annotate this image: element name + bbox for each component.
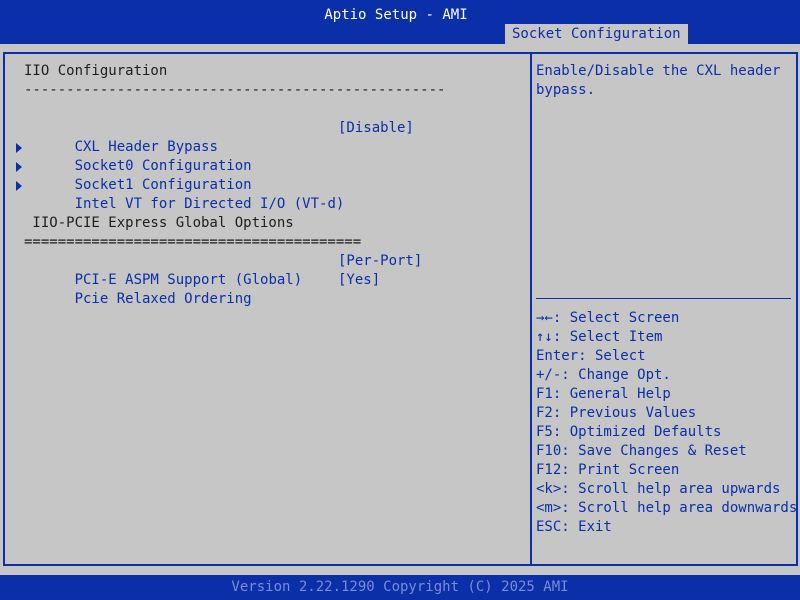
submenu-socket0-configuration[interactable]: Socket0 Configuration bbox=[24, 138, 252, 174]
key-hint-save-reset: F10: Save Changes & Reset bbox=[536, 443, 747, 459]
key-legend: →←: Select Screen ↑↓: Select Item Enter:… bbox=[536, 309, 798, 537]
menu-item-pcie-aspm-support[interactable]: PCI-E ASPM Support (Global) [Per-Port] bbox=[24, 252, 514, 288]
frame-top-border bbox=[3, 52, 798, 54]
cxl-header-bypass-value[interactable]: [Disable] bbox=[338, 119, 414, 138]
frame-bottom-border bbox=[3, 564, 798, 566]
section-subheading: IIO-PCIE Express Global Options bbox=[24, 215, 294, 231]
header-bar: Aptio Setup - AMI Socket Configuration bbox=[0, 0, 800, 44]
settings-pane: IIO Configuration ----------------------… bbox=[8, 62, 528, 562]
key-hint-scroll-up: <k>: Scroll help area upwards bbox=[536, 481, 781, 497]
intel-vt-d-label: Intel VT for Directed I/O (VT-d) bbox=[74, 196, 345, 212]
key-hint-select-screen: →←: Select Screen bbox=[536, 310, 680, 326]
frame-right-border bbox=[796, 52, 798, 566]
bios-setup-screen: Aptio Setup - AMI Socket Configuration I… bbox=[0, 0, 800, 600]
page-heading: IIO Configuration bbox=[24, 63, 168, 79]
help-divider bbox=[536, 298, 791, 299]
key-hint-enter: Enter: Select bbox=[536, 348, 646, 364]
help-description: Enable/Disable the CXL header bypass. bbox=[536, 63, 781, 98]
tab-socket-configuration[interactable]: Socket Configuration bbox=[505, 24, 688, 44]
submenu-arrow-icon bbox=[16, 162, 22, 172]
footer-bar: Version 2.22.1290 Copyright (C) 2025 AMI bbox=[0, 575, 800, 600]
menu-item-pcie-relaxed-ordering[interactable]: Pcie Relaxed Ordering [Yes] bbox=[24, 271, 514, 307]
submenu-arrow-icon bbox=[16, 181, 22, 191]
key-hint-previous-values: F2: Previous Values bbox=[536, 405, 697, 421]
key-hint-exit: ESC: Exit bbox=[536, 519, 612, 535]
heading-separator: ----------------------------------------… bbox=[24, 82, 446, 98]
section-separator: ======================================== bbox=[24, 234, 362, 250]
key-hint-scroll-down: <m>: Scroll help area downwards bbox=[536, 500, 798, 516]
submenu-intel-vt-d[interactable]: Intel VT for Directed I/O (VT-d) bbox=[24, 176, 345, 212]
key-hint-change-opt: +/-: Change Opt. bbox=[536, 367, 671, 383]
pcie-relaxed-ordering-value[interactable]: [Yes] bbox=[338, 271, 380, 290]
pcie-relaxed-ordering-label: Pcie Relaxed Ordering bbox=[74, 291, 252, 307]
app-title: Aptio Setup - AMI bbox=[324, 7, 468, 23]
pane-divider bbox=[530, 52, 532, 566]
submenu-socket1-configuration[interactable]: Socket1 Configuration bbox=[24, 157, 252, 193]
key-hint-print-screen: F12: Print Screen bbox=[536, 462, 680, 478]
key-hint-general-help: F1: General Help bbox=[536, 386, 671, 402]
key-hint-optimized-defaults: F5: Optimized Defaults bbox=[536, 424, 722, 440]
frame-left-border bbox=[3, 52, 5, 566]
pcie-aspm-support-value[interactable]: [Per-Port] bbox=[338, 252, 422, 271]
submenu-arrow-icon bbox=[16, 143, 22, 153]
version-text: Version 2.22.1290 Copyright (C) 2025 AMI bbox=[231, 579, 569, 595]
menu-item-cxl-header-bypass[interactable]: CXL Header Bypass [Disable] bbox=[24, 119, 514, 155]
key-hint-select-item: ↑↓: Select Item bbox=[536, 329, 663, 345]
